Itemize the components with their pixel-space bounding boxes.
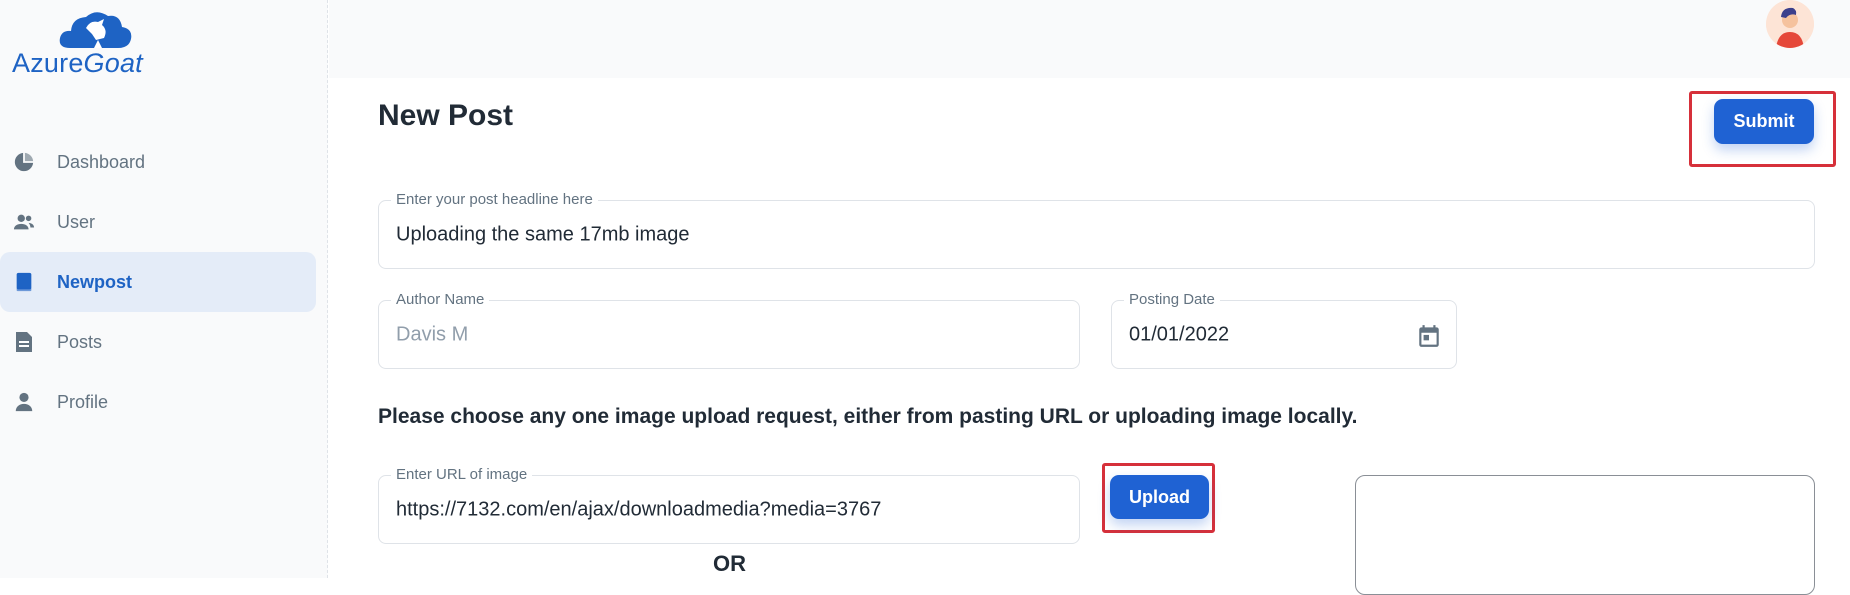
sidebar-item-label: Newpost bbox=[57, 271, 133, 292]
author-label: Author Name bbox=[391, 291, 490, 308]
users-icon bbox=[12, 210, 36, 234]
headline-label: Enter your post headline here bbox=[391, 191, 598, 208]
sidebar-item-label: Posts bbox=[57, 331, 103, 352]
top-header bbox=[329, 0, 1850, 78]
posting-date-input[interactable]: 01/01/2022 bbox=[1129, 323, 1229, 346]
image-url-label: Enter URL of image bbox=[391, 466, 533, 483]
sidebar: AzureGoat Dashboard User Newpost Posts P… bbox=[0, 0, 328, 578]
azuregoat-logo[interactable]: AzureGoat bbox=[12, 8, 162, 78]
or-separator: OR bbox=[713, 551, 746, 576]
image-url-field[interactable]: Enter URL of image https://7132.com/en/a… bbox=[378, 466, 1080, 544]
submit-button[interactable]: Submit bbox=[1714, 99, 1814, 144]
user-avatar-icon[interactable] bbox=[1766, 0, 1814, 48]
sidebar-nav: Dashboard User Newpost Posts Profile bbox=[0, 132, 316, 432]
author-input[interactable]: Davis M bbox=[396, 323, 468, 346]
document-icon bbox=[12, 330, 36, 354]
sidebar-item-dashboard[interactable]: Dashboard bbox=[0, 132, 316, 192]
sidebar-item-profile[interactable]: Profile bbox=[0, 372, 316, 432]
author-field[interactable]: Author Name Davis M bbox=[378, 291, 1080, 369]
upload-button[interactable]: Upload bbox=[1110, 475, 1209, 519]
image-preview-box bbox=[1355, 475, 1815, 595]
upload-instruction: Please choose any one image upload reque… bbox=[378, 405, 1358, 428]
pie-chart-icon bbox=[12, 150, 36, 174]
posting-date-field[interactable]: Posting Date 01/01/2022 bbox=[1111, 291, 1457, 369]
brand-name: AzureGoat bbox=[12, 48, 143, 78]
sidebar-item-user[interactable]: User bbox=[0, 192, 316, 252]
sidebar-item-posts[interactable]: Posts bbox=[0, 312, 316, 372]
headline-input[interactable]: Uploading the same 17mb image bbox=[396, 223, 690, 246]
sidebar-item-label: Dashboard bbox=[57, 151, 146, 172]
calendar-icon[interactable] bbox=[1416, 323, 1442, 354]
sidebar-item-label: User bbox=[57, 211, 96, 232]
page-title: New Post bbox=[378, 99, 514, 132]
image-url-input[interactable]: https://7132.com/en/ajax/downloadmedia?m… bbox=[396, 498, 881, 521]
headline-field[interactable]: Enter your post headline here Uploading … bbox=[378, 191, 1815, 269]
sidebar-item-label: Profile bbox=[57, 391, 109, 412]
posting-date-label: Posting Date bbox=[1124, 291, 1220, 308]
person-icon bbox=[12, 390, 36, 414]
book-icon bbox=[12, 270, 36, 294]
sidebar-item-newpost[interactable]: Newpost bbox=[0, 252, 316, 312]
